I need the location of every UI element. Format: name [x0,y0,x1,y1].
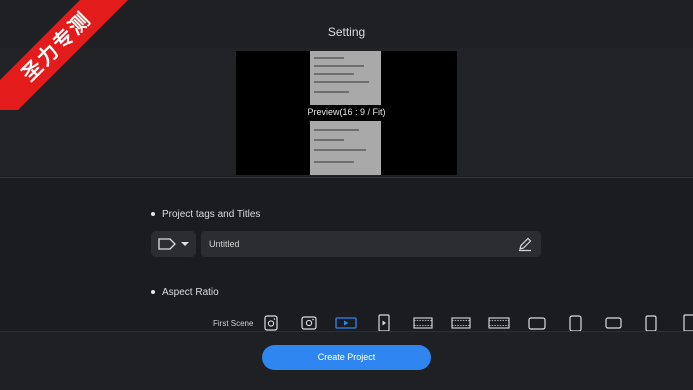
watermark-ribbon: 圣力专测 [0,0,140,110]
create-project-button[interactable]: Create Project [262,345,431,370]
tag-icon [158,238,189,250]
preview-thumbnail-top [310,51,381,105]
section-divider [0,177,693,178]
preview-thumbnail-bottom [310,121,381,175]
watermark-text: 圣力专测 [0,0,137,110]
first-scene-label: First Scene [213,319,254,328]
pencil-icon[interactable] [517,236,533,252]
preview-label: Preview(16 : 9 / Fit) [307,107,386,117]
project-name-field[interactable]: Untitled [201,231,541,257]
project-name-value: Untitled [209,239,240,249]
tag-dropdown-button[interactable] [151,231,196,257]
bullet-icon [151,290,155,294]
bullet-icon [151,212,155,216]
project-section-title: Project tags and Titles [162,209,261,220]
aspect-section-title: Aspect Ratio [162,287,219,298]
